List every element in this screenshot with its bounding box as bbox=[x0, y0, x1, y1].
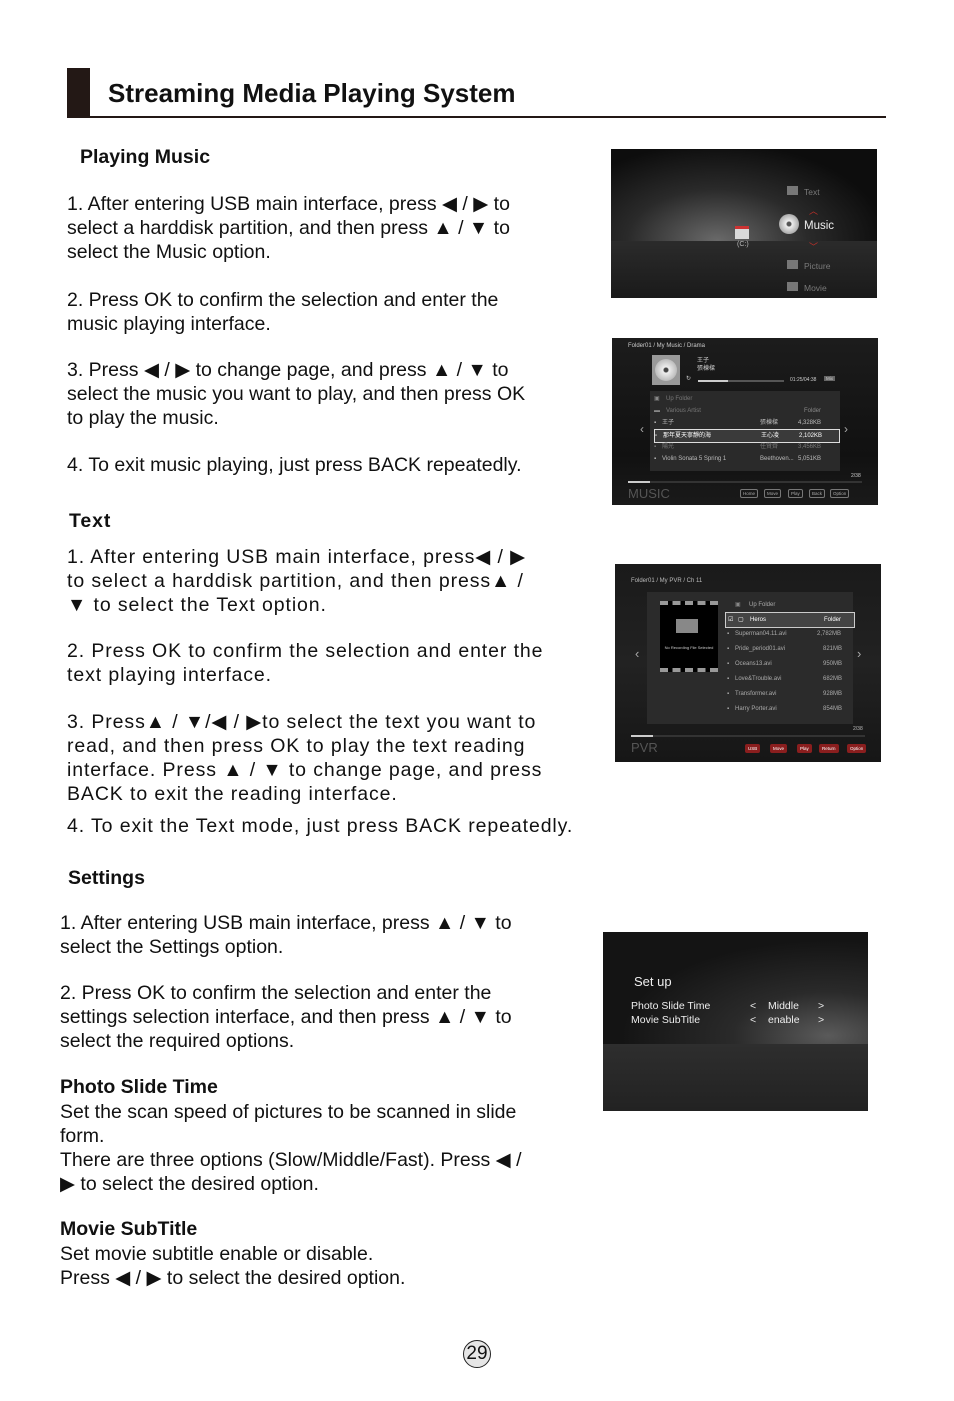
preview-filmstrip: No Recording File Selected bbox=[660, 601, 718, 672]
music-file-list: ▣ Up Folder ▬ Various Artist Folder ▪ 王子 張棟樑 4… bbox=[650, 391, 840, 471]
movie-subtitle-left-arrow[interactable]: < bbox=[750, 1014, 756, 1026]
floor-reflection bbox=[611, 241, 877, 298]
menu-item-text[interactable]: Text bbox=[804, 187, 820, 197]
footer-play-button[interactable]: Play bbox=[788, 489, 803, 498]
cd-icon bbox=[655, 359, 677, 381]
setting-label-movie-subtitle: Movie SubTitle bbox=[631, 1014, 701, 1026]
now-playing-artist: 張棟樑 bbox=[697, 366, 716, 372]
page-title: Streaming Media Playing System bbox=[108, 78, 516, 108]
movie-subtitle-right-arrow[interactable]: > bbox=[818, 1014, 824, 1026]
next-page-chevron-icon[interactable]: › bbox=[844, 422, 848, 436]
drive-label: (C:) bbox=[737, 241, 749, 248]
list-item[interactable]: ▣ Up Folder bbox=[654, 393, 838, 405]
music-disc-icon bbox=[779, 214, 799, 234]
playback-progress-fill bbox=[698, 380, 729, 382]
list-item[interactable]: ▪ 王子 張棟樑 4,328KB bbox=[654, 417, 838, 429]
setting-value-movie-subtitle[interactable]: enable bbox=[768, 1014, 800, 1026]
list-item[interactable]: ▪ Oceans13.avi 950MB bbox=[725, 657, 853, 671]
menu-item-picture[interactable]: Picture bbox=[804, 261, 830, 271]
lower-band bbox=[603, 1044, 868, 1111]
film-icon bbox=[676, 619, 698, 633]
next-page-chevron-icon[interactable]: › bbox=[857, 646, 861, 661]
setting-value-photo-slide-time[interactable]: Middle bbox=[768, 1000, 799, 1012]
breadcrumb: Folder01 / My Music / Drama bbox=[628, 343, 706, 349]
music-step-3: 3. Press ◀ / ▶ to change page, and press… bbox=[67, 359, 526, 429]
header-bar-block bbox=[67, 68, 90, 118]
list-item[interactable]: ▬ Various Artist Folder bbox=[654, 405, 838, 417]
list-item[interactable]: ▪ Love&Trouble.avi 682MB bbox=[725, 672, 853, 686]
repeat-icon: ↻ bbox=[686, 376, 692, 382]
photo-slide-left-arrow[interactable]: < bbox=[750, 1000, 756, 1012]
playback-time: 01:25/04:38 bbox=[790, 377, 817, 383]
mode-badge: Mix bbox=[824, 376, 835, 381]
list-item[interactable]: ▪ Harry Porter.avi 854MB bbox=[725, 702, 853, 716]
up-arrow-icon: ︿ bbox=[809, 206, 819, 216]
text-icon bbox=[787, 186, 798, 195]
photo-slide-title: Photo Slide Time bbox=[60, 1076, 218, 1098]
text-step-3: 3. Press▲ / ▼/◀ / ▶to select the text yo… bbox=[67, 711, 543, 805]
list-item[interactable]: ▪ 陽光 任賢齊 3,456KB bbox=[654, 441, 838, 453]
list-item[interactable]: ▪ Pride_period01.avi 821MB bbox=[725, 642, 853, 656]
page-scrollbar[interactable] bbox=[628, 481, 862, 483]
screenshot-pvr-browser: Folder01 / My PVR / Ch 11 No Recording F… bbox=[615, 564, 881, 762]
setting-label-photo-slide-time: Photo Slide Time bbox=[631, 1000, 711, 1012]
footer-option-button[interactable]: Option bbox=[830, 489, 850, 498]
music-step-4: 4. To exit music playing, just press BAC… bbox=[67, 454, 522, 476]
list-item[interactable]: ▪ Violin Sonata 5 Spring 1 Beethoven... 5,0… bbox=[654, 453, 838, 465]
footer-move-button[interactable]: Move bbox=[770, 744, 788, 753]
music-step-2: 2. Press OK to confirm the selection and… bbox=[67, 289, 499, 335]
page-scrollbar-thumb[interactable] bbox=[631, 735, 653, 737]
photo-slide-right-arrow[interactable]: > bbox=[818, 1000, 824, 1012]
list-item-selected[interactable]: ☑ ▢ Heros Folder bbox=[725, 612, 855, 628]
preview-text: No Recording File Selected bbox=[664, 645, 714, 650]
mode-label: PVR bbox=[631, 740, 658, 755]
movie-subtitle-body: Set movie subtitle enable or disable. Pr… bbox=[60, 1243, 406, 1289]
page-counter: 2/38 bbox=[851, 473, 861, 479]
photo-slide-body: Set the scan speed of pictures to be sca… bbox=[60, 1101, 522, 1195]
footer-back-button[interactable]: Back bbox=[809, 489, 826, 498]
clapper-icon bbox=[787, 282, 798, 291]
down-arrow-icon: ﹀ bbox=[809, 242, 819, 252]
header-underline bbox=[67, 116, 886, 118]
list-item[interactable]: ▣ Up Folder bbox=[725, 598, 853, 612]
settings-step-2: 2. Press OK to confirm the selection and… bbox=[60, 982, 512, 1052]
setup-title: Set up bbox=[634, 974, 672, 989]
footer-option-button[interactable]: Option bbox=[847, 744, 867, 753]
screenshot-usb-menu: (C:) Text ︿ Music ﹀ Picture Movie bbox=[611, 149, 877, 298]
section-title-text: Text bbox=[69, 510, 112, 532]
settings-step-1: 1. After entering USB main interface, pr… bbox=[60, 912, 512, 958]
footer-home-button[interactable]: Home bbox=[740, 489, 759, 498]
page-scrollbar[interactable] bbox=[631, 735, 865, 737]
text-step-2: 2. Press OK to confirm the selection and… bbox=[67, 640, 544, 686]
list-item[interactable]: ▪ Transformer.avi 928MB bbox=[725, 687, 853, 701]
footer-move-button[interactable]: Move bbox=[764, 489, 782, 498]
footer-usb-button[interactable]: USB bbox=[745, 744, 761, 753]
album-art bbox=[652, 355, 680, 385]
screenshot-setup: Set up Photo Slide Time < Middle > Movie… bbox=[603, 932, 868, 1111]
text-step-1: 1. After entering USB main interface, pr… bbox=[67, 546, 527, 616]
breadcrumb: Folder01 / My PVR / Ch 11 bbox=[631, 578, 703, 584]
page-number: 29 bbox=[463, 1340, 491, 1368]
camera-icon bbox=[787, 260, 798, 269]
menu-item-music[interactable]: Music bbox=[804, 220, 834, 232]
text-step-4: 4. To exit the Text mode, just press BAC… bbox=[67, 815, 574, 837]
section-title-music: Playing Music bbox=[80, 146, 211, 168]
page-counter: 2/38 bbox=[853, 726, 863, 732]
drive-icon bbox=[735, 226, 749, 239]
page-scrollbar-thumb[interactable] bbox=[628, 481, 650, 483]
screenshot-music-browser: Folder01 / My Music / Drama 王子 張棟樑 ↻ 01:… bbox=[612, 338, 878, 505]
list-item[interactable]: ▪ Superman04.11.avi 2,782MB bbox=[725, 627, 853, 641]
movie-subtitle-title: Movie SubTitle bbox=[60, 1218, 198, 1240]
footer-return-button[interactable]: Return bbox=[819, 744, 839, 753]
prev-page-chevron-icon[interactable]: ‹ bbox=[640, 422, 644, 436]
prev-page-chevron-icon[interactable]: ‹ bbox=[635, 646, 639, 661]
menu-item-movie[interactable]: Movie bbox=[804, 283, 827, 293]
music-step-1: 1. After entering USB main interface, pr… bbox=[67, 193, 510, 263]
playback-progress[interactable] bbox=[698, 380, 784, 382]
footer-play-button[interactable]: Play bbox=[797, 744, 812, 753]
section-title-settings: Settings bbox=[68, 867, 145, 889]
mode-label: MUSIC bbox=[628, 486, 670, 501]
